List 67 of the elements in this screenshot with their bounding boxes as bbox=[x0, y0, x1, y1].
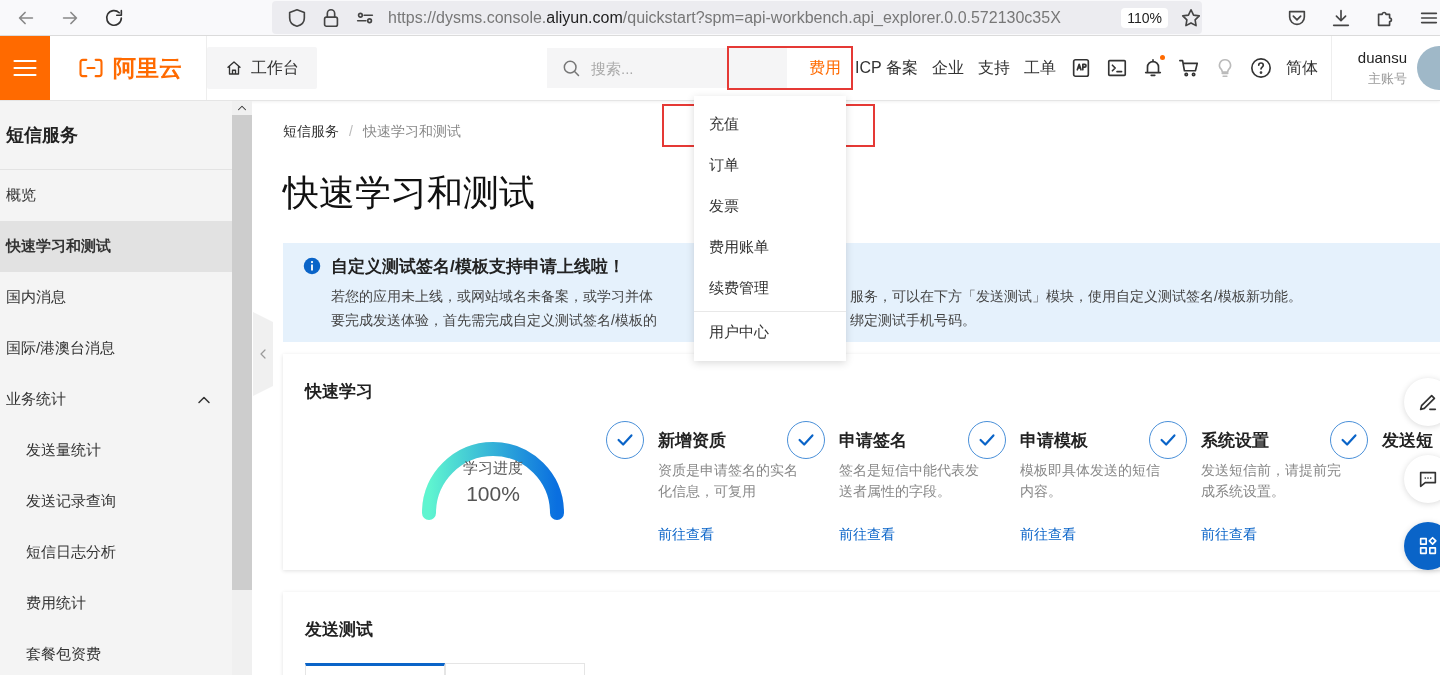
step-link[interactable]: 前往查看 bbox=[1020, 526, 1160, 544]
step-description: 资质是申请签名的实名化信息，可复用 bbox=[658, 461, 798, 501]
breadcrumb-item: 快速学习和测试 bbox=[362, 123, 461, 141]
shield-icon bbox=[286, 6, 308, 29]
breadcrumb-separator: / bbox=[349, 123, 353, 141]
step-description: 发送短信前，请提前完成系统设置。 bbox=[1201, 461, 1341, 501]
url-text: https://dysms.console.aliyun.com/quickstart?spm=api-workbench.api_explorer.0.0.572130c35X bbox=[388, 8, 1062, 27]
grid-icon bbox=[1417, 535, 1439, 557]
nav-link[interactable]: 简体 bbox=[1278, 57, 1325, 79]
notice-text: 绑定测试手机号码。 bbox=[850, 311, 976, 330]
notice-text: 若您的应用未上线，或网站域名未备案，或学习并体 bbox=[331, 287, 654, 306]
nav-link[interactable]: ICP 备案 bbox=[848, 57, 925, 79]
help-icon bbox=[1249, 57, 1272, 79]
sidebar-item[interactable]: 国内消息 bbox=[0, 272, 232, 323]
home-icon bbox=[225, 59, 243, 77]
sidebar-item[interactable]: 概览 bbox=[0, 170, 232, 221]
nav-link[interactable]: 支持 bbox=[970, 57, 1017, 79]
sidebar-item[interactable]: 短信日志分析 bbox=[0, 527, 232, 578]
menu-item[interactable]: 费用账单 bbox=[694, 227, 846, 268]
gauge-label: 学习进度 bbox=[463, 459, 523, 478]
info-icon bbox=[303, 257, 321, 275]
page-title: 快速学习和测试 bbox=[283, 171, 535, 215]
workbench-button[interactable]: 工作台 bbox=[207, 47, 317, 89]
menu-button[interactable] bbox=[0, 36, 50, 100]
sidebar-item[interactable]: 费用统计 bbox=[0, 578, 232, 629]
address-bar[interactable]: https://dysms.console.aliyun.com/quickstart?spm=api-workbench.api_explorer.0.0.572130c35X 110% bbox=[272, 1, 1202, 34]
notification-dot bbox=[1159, 55, 1165, 60]
step-title: 系统设置 bbox=[1201, 430, 1270, 452]
star-icon bbox=[1180, 6, 1202, 29]
notice-text: 要完成发送体验，首先需完成自定义测试签名/模板的 bbox=[331, 311, 658, 330]
logo-text: 阿里云 bbox=[112, 53, 182, 83]
search-field[interactable]: 搜索... bbox=[547, 48, 787, 88]
menu-item[interactable]: 续费管理 bbox=[694, 268, 846, 309]
menu-item[interactable]: 发票 bbox=[694, 186, 846, 227]
step-link[interactable]: 前往查看 bbox=[1201, 526, 1341, 544]
step-description: 模板即具体发送的短信内容。 bbox=[1020, 461, 1160, 501]
sidebar-item[interactable]: 发送记录查询 bbox=[0, 476, 232, 527]
nav-link[interactable]: 工单 bbox=[1016, 57, 1063, 79]
card-title: 快速学习 bbox=[305, 381, 373, 403]
step-link[interactable]: 前往查看 bbox=[658, 526, 798, 544]
notice-title: 自定义测试签名/模板支持申请上线啦！ bbox=[331, 256, 626, 278]
sidebar-item[interactable]: 发送量统计 bbox=[0, 425, 232, 476]
step-title: 申请模板 bbox=[1020, 430, 1089, 452]
terminal-icon bbox=[1105, 57, 1128, 79]
sidebar-item[interactable]: 业务统计 bbox=[0, 374, 232, 425]
sidebar-item[interactable]: 国际/港澳台消息 bbox=[0, 323, 232, 374]
step-title: 发送短 bbox=[1382, 430, 1433, 452]
step-title: 新增资质 bbox=[658, 430, 727, 452]
sidebar-item[interactable]: 套餐包资费 bbox=[0, 629, 232, 675]
step-link[interactable]: 前往查看 bbox=[839, 526, 979, 544]
card-title: 发送测试 bbox=[305, 619, 373, 641]
cart-icon bbox=[1177, 57, 1200, 79]
account-type: 主账号 bbox=[1368, 69, 1408, 88]
sidebar-item[interactable]: 快速学习和测试 bbox=[0, 221, 232, 272]
tab[interactable] bbox=[305, 663, 445, 675]
gauge-value: 100% bbox=[466, 482, 520, 506]
menu-item[interactable]: 用户中心 bbox=[694, 312, 846, 353]
step-description: 签名是短信中能代表发送者属性的字段。 bbox=[839, 461, 979, 501]
notice-text: 服务，可以在下方「发送测试」模块，使用自定义测试签名/模板新功能。 bbox=[850, 287, 1302, 306]
nav-link[interactable]: 企业 bbox=[924, 57, 971, 79]
user-name[interactable]: duansu bbox=[1357, 48, 1408, 66]
scrollbar-thumb[interactable] bbox=[232, 115, 252, 590]
menu-item[interactable]: 订单 bbox=[694, 145, 846, 186]
step-title: 申请签名 bbox=[839, 430, 908, 452]
breadcrumb-item[interactable]: 短信服务 bbox=[283, 123, 339, 141]
zoom-level[interactable]: 110% bbox=[1121, 7, 1168, 28]
menu-item[interactable]: 充值 bbox=[694, 104, 846, 145]
